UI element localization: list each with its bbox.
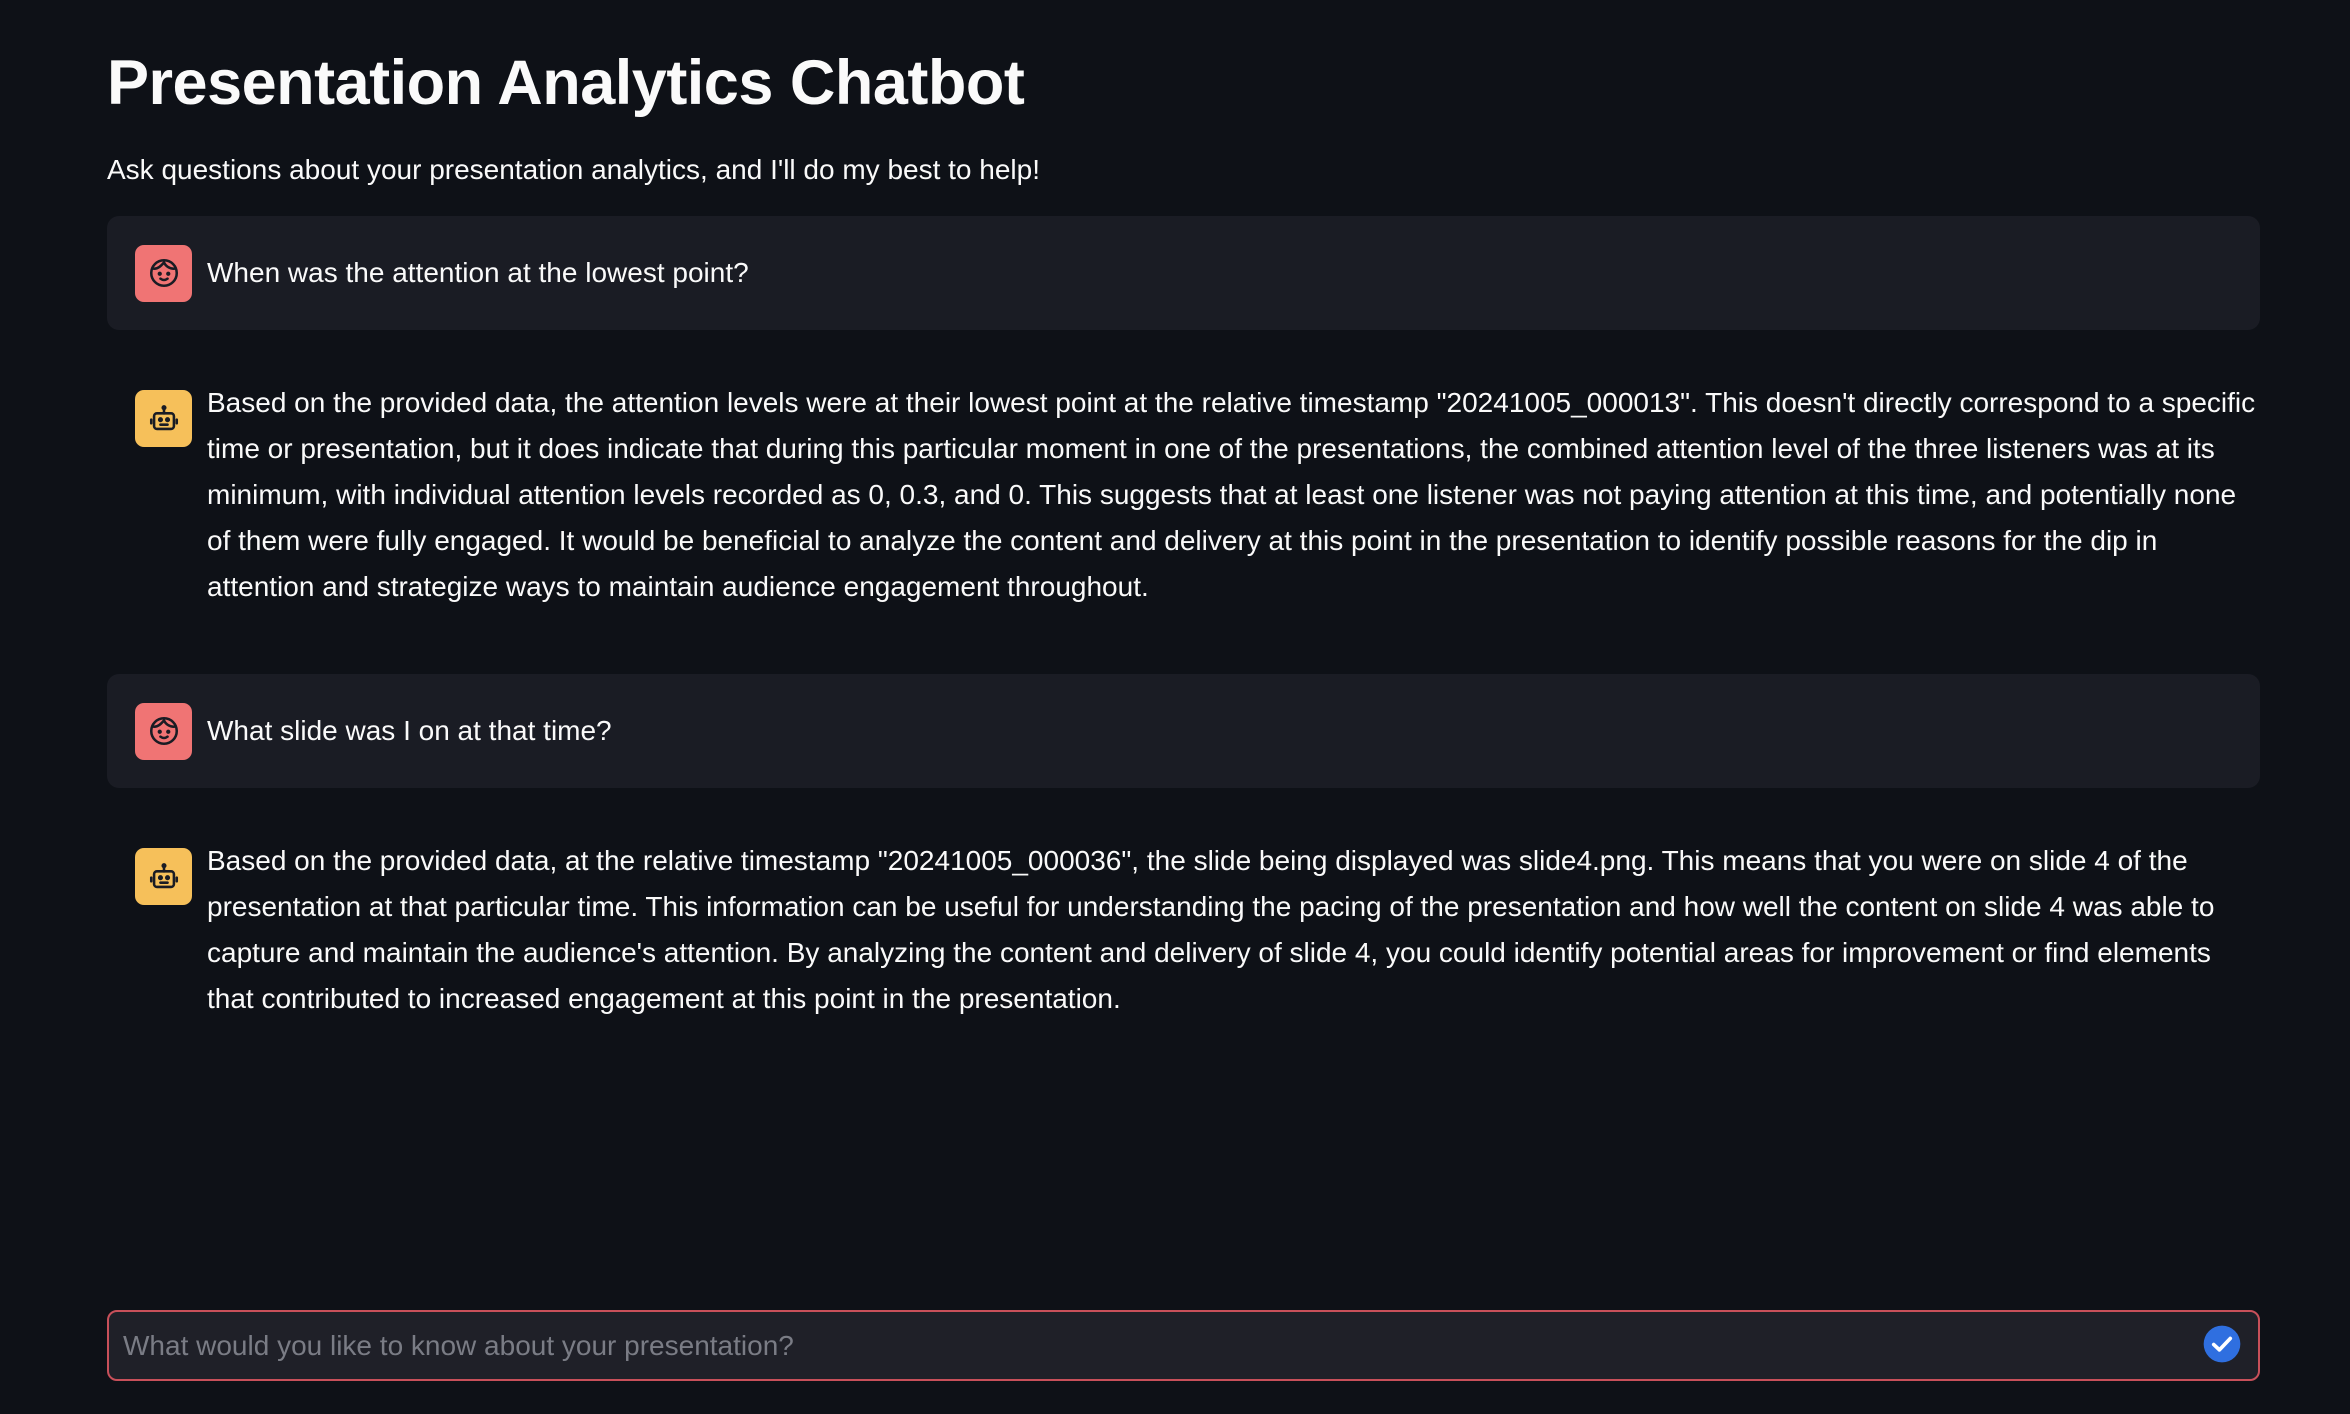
send-check-icon [2200,1322,2244,1369]
page-subtitle: Ask questions about your presentation an… [107,154,1040,185]
chat-message-assistant: Based on the provided data, the attentio… [107,354,2260,650]
message-text: What slide was I on at that time? [207,715,612,746]
send-button[interactable] [2194,1318,2250,1374]
chat-message-user: When was the attention at the lowest poi… [107,216,2260,330]
chat-input[interactable] [109,1312,2194,1379]
page-title: Presentation Analytics Chatbot [107,48,1025,118]
chat-input-container [107,1310,2260,1381]
chat-message-user: What slide was I on at that time? [107,674,2260,788]
message-text: Based on the provided data, at the relat… [207,845,2215,1014]
robot-icon [135,390,192,447]
app-root: Presentation Analytics Chatbot Ask quest… [0,0,2350,1414]
main-content: Presentation Analytics Chatbot Ask quest… [107,0,2260,1086]
message-text: When was the attention at the lowest poi… [207,257,749,288]
chat-message-assistant: Based on the provided data, at the relat… [107,812,2260,1062]
user-face-icon [135,702,192,760]
message-text: Based on the provided data, the attentio… [207,387,2256,602]
chat-messages: When was the attention at the lowest poi… [107,216,2260,1062]
user-face-icon [135,244,192,302]
robot-icon [135,848,192,905]
